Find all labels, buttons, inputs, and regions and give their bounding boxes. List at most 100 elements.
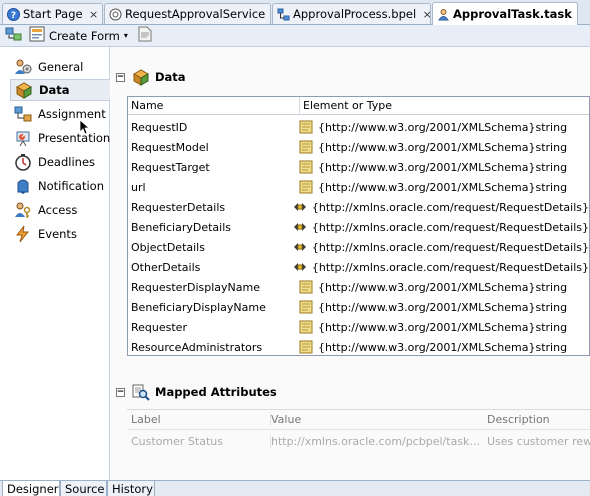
nav-item-assignment[interactable]: Assignment (10, 103, 110, 125)
form-icon (29, 26, 45, 45)
data-table-header: Name Element or Type (128, 97, 589, 115)
task-refresh-icon (5, 26, 23, 45)
element-type-icon (293, 240, 307, 254)
tab-request-approval-service[interactable]: RequestApprovalService × (104, 3, 271, 24)
general-icon (14, 58, 32, 76)
nav-item-data[interactable]: Data (10, 79, 110, 101)
mapped-attributes-table[interactable]: Label Value Description Customer Status … (127, 409, 590, 451)
table-row[interactable]: BeneficiaryDisplayName {http://www.w3.org… (128, 297, 589, 317)
column-header-value[interactable]: Value (270, 413, 301, 426)
row-name: RequestID (131, 120, 188, 134)
access-icon (14, 201, 32, 219)
close-icon[interactable]: × (422, 8, 430, 21)
table-row[interactable]: ResourceAdministrators {http://www.w3.org… (128, 337, 589, 355)
presentation-icon (14, 129, 32, 147)
bpel-process-icon (277, 8, 290, 21)
row-name: ResourceAdministrators (131, 340, 263, 354)
editor-tab-bar: ? Start Page × RequestApprovalService × … (0, 0, 590, 25)
simple-type-icon (299, 300, 313, 314)
row-name: RequestModel (131, 140, 209, 154)
human-task-icon (437, 8, 450, 21)
table-row[interactable]: RequestTarget {http://www.w3.org/2001/XML… (128, 157, 589, 177)
simple-type-icon (299, 140, 313, 154)
table-row[interactable]: url {http://www.w3.org/2001/XMLSchema}str… (128, 177, 589, 197)
row-name: ObjectDetails (131, 240, 205, 254)
row-type: {http://www.w3.org/2001/XMLSchema}string (318, 300, 568, 314)
data-section-header[interactable]: − Data (116, 67, 186, 87)
column-header-description[interactable]: Description (487, 413, 550, 426)
mapped-attributes-header[interactable]: − Mapped Attributes (116, 382, 277, 402)
tab-approval-task[interactable]: ApprovalTask.task × (432, 2, 578, 25)
tab-designer[interactable]: Designer (2, 481, 60, 496)
task-data-panel: − Data Name Element or Type RequestID {ht… (111, 47, 590, 480)
row-type: {http://www.w3.org/2001/XMLSchema}string (318, 180, 568, 194)
element-type-icon (293, 220, 307, 234)
row-type: {http://www.w3.org/2001/XMLSchema}string (318, 120, 568, 134)
close-icon[interactable]: × (89, 8, 99, 21)
column-header-type[interactable]: Element or Type (299, 97, 392, 115)
svg-text:?: ? (11, 11, 16, 21)
element-type-icon (293, 260, 307, 274)
preview-form-button[interactable] (138, 26, 152, 45)
row-type: {http://www.w3.org/2001/XMLSchema}string (318, 160, 568, 174)
events-icon (14, 225, 32, 243)
row-type: {http://xmlns.oracle.com/request/Request… (311, 240, 589, 254)
data-table[interactable]: Name Element or Type RequestID {http://ww… (127, 96, 590, 356)
row-type: {http://xmlns.oracle.com/request/Request… (311, 220, 589, 234)
mapped-attributes-title: Mapped Attributes (155, 385, 277, 399)
row-type: {http://xmlns.oracle.com/request/Request… (311, 260, 589, 274)
web-service-icon (109, 8, 122, 21)
nav-item-notification[interactable]: Notification (10, 175, 110, 197)
help-icon: ? (7, 7, 20, 21)
deadlines-icon (14, 153, 32, 171)
tab-source[interactable]: Source (60, 481, 107, 496)
search-icon (132, 383, 150, 401)
row-name: BeneficiaryDisplayName (131, 300, 266, 314)
mouse-cursor-icon (79, 119, 91, 138)
row-name: url (131, 180, 146, 194)
collapse-icon[interactable]: − (116, 72, 125, 82)
table-row[interactable]: Customer Status http://xmlns.oracle.com/… (127, 431, 590, 451)
column-header-label[interactable]: Label (131, 413, 161, 426)
simple-type-icon (299, 340, 313, 354)
table-row[interactable]: OtherDetails {http://xmlns.oracle.com/req… (128, 257, 589, 277)
task-editor-nav: General Data Assignment Presentation Dea… (0, 47, 110, 480)
mapped-table-header: Label Value Description (127, 410, 590, 430)
table-row[interactable]: RequestModel {http://www.w3.org/2001/XMLS… (128, 137, 589, 157)
table-row[interactable]: RequesterDisplayName {http://www.w3.org/2… (128, 277, 589, 297)
create-form-button[interactable]: Create Form ▾ (29, 26, 128, 45)
chevron-down-icon[interactable]: ▾ (124, 31, 128, 40)
table-row[interactable]: Requester {http://www.w3.org/2001/XMLSche… (128, 317, 589, 337)
data-icon (132, 68, 150, 86)
notification-icon (14, 177, 32, 195)
row-type: {http://www.w3.org/2001/XMLSchema}string (318, 340, 568, 354)
table-row[interactable]: RequesterDetails {http://xmlns.oracle.com… (128, 197, 589, 217)
nav-item-access[interactable]: Access (10, 199, 110, 221)
nav-item-events[interactable]: Events (10, 223, 110, 245)
simple-type-icon (299, 280, 313, 294)
tab-start-page[interactable]: ? Start Page × (2, 3, 103, 24)
table-row[interactable]: RequestID {http://www.w3.org/2001/XMLSche… (128, 117, 589, 137)
nav-item-general[interactable]: General (10, 56, 110, 78)
tab-approval-process-bpel[interactable]: ApprovalProcess.bpel × (272, 3, 431, 24)
view-tab-bar: Designer Source History (0, 480, 590, 496)
simple-type-icon (299, 180, 313, 194)
refresh-task-button[interactable] (5, 27, 23, 45)
column-header-name[interactable]: Name (128, 99, 299, 112)
collapse-icon[interactable]: − (116, 387, 125, 397)
nav-item-deadlines[interactable]: Deadlines (10, 151, 110, 173)
assignment-icon (14, 105, 32, 123)
row-type: {http://xmlns.oracle.com/request/Request… (311, 200, 589, 214)
document-icon (138, 26, 152, 45)
row-name: RequestTarget (131, 160, 210, 174)
tab-history[interactable]: History (107, 481, 155, 496)
row-name: BeneficiaryDetails (131, 220, 231, 234)
row-type: {http://www.w3.org/2001/XMLSchema}string (318, 140, 568, 154)
table-row[interactable]: ObjectDetails {http://xmlns.oracle.com/re… (128, 237, 589, 257)
simple-type-icon (299, 120, 313, 134)
data-section-title: Data (155, 70, 186, 84)
row-name: OtherDetails (131, 260, 201, 274)
table-row[interactable]: BeneficiaryDetails {http://xmlns.oracle.c… (128, 217, 589, 237)
simple-type-icon (299, 160, 313, 174)
nav-item-presentation[interactable]: Presentation (10, 127, 110, 149)
